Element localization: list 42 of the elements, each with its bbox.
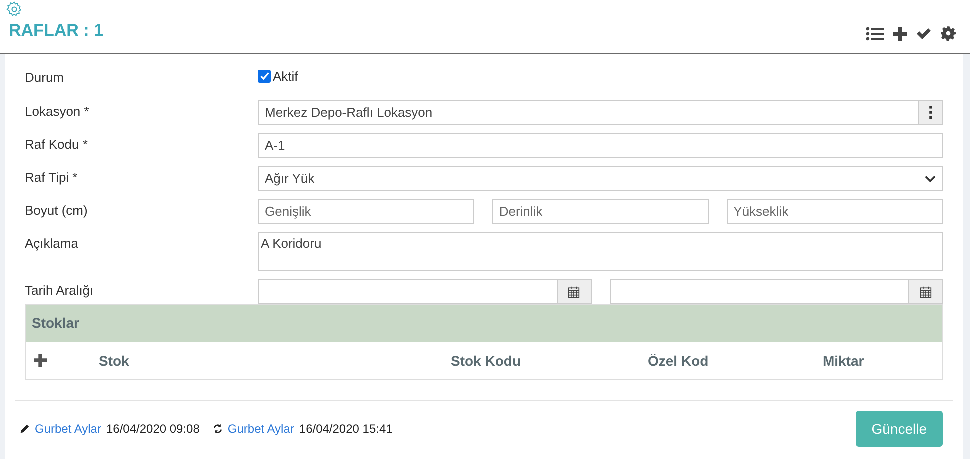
chevron-down-icon — [925, 174, 936, 182]
user-link[interactable]: Gurbet Aylar — [228, 422, 294, 436]
settings-icon[interactable] — [941, 26, 956, 41]
column-header: Miktar — [823, 352, 864, 368]
add-icon[interactable] — [893, 26, 907, 40]
more-button[interactable] — [919, 100, 943, 125]
refresh-icon — [212, 424, 223, 434]
timestamp: 16/04/2020 15:41 — [299, 422, 393, 436]
field-label: Boyut (cm) — [25, 202, 89, 218]
calendar-icon — [568, 286, 580, 298]
checkbox-label: Aktif — [273, 68, 298, 84]
column-header: Özel Kod — [648, 352, 709, 368]
field-label: Durum — [25, 69, 66, 85]
field-label: Lokasyon * — [25, 103, 90, 119]
field-label: Tarih Aralığı — [25, 282, 95, 298]
type-dropdown[interactable]: Ağır Yük — [258, 166, 943, 191]
date-field[interactable] — [258, 279, 558, 304]
add-icon[interactable] — [34, 354, 47, 367]
timestamp: 16/04/2020 09:08 — [106, 422, 200, 436]
calendar-button[interactable] — [558, 279, 592, 304]
size-field[interactable]: Yükseklik — [726, 199, 943, 224]
field-label: Açıklama — [25, 235, 80, 251]
calendar-button[interactable] — [909, 279, 943, 304]
panel-header: Stoklar — [26, 305, 942, 342]
page-title: RAFLAR : 1 — [9, 21, 104, 41]
code-field[interactable]: A-1 — [258, 133, 943, 158]
size-field[interactable]: Genişlik — [258, 199, 474, 224]
field-label: Raf Tipi * — [25, 169, 79, 185]
user-link[interactable]: Gurbet Aylar — [35, 422, 102, 436]
column-header: Stok — [99, 352, 130, 368]
column-header: Stok Kodu — [451, 352, 521, 368]
size-field[interactable]: Derinlik — [492, 199, 709, 224]
checkbox[interactable] — [258, 70, 271, 82]
pencil-icon — [20, 424, 30, 434]
check-icon[interactable] — [916, 27, 932, 40]
description-field[interactable]: A Koridoru — [258, 232, 943, 271]
field-label: Raf Kodu * — [25, 136, 89, 152]
location-field[interactable]: Merkez Depo-Raflı Lokasyon — [258, 100, 919, 125]
more-icon — [928, 106, 932, 119]
list-icon[interactable] — [866, 26, 884, 40]
calendar-icon — [920, 286, 932, 298]
date-field[interactable] — [610, 279, 909, 304]
